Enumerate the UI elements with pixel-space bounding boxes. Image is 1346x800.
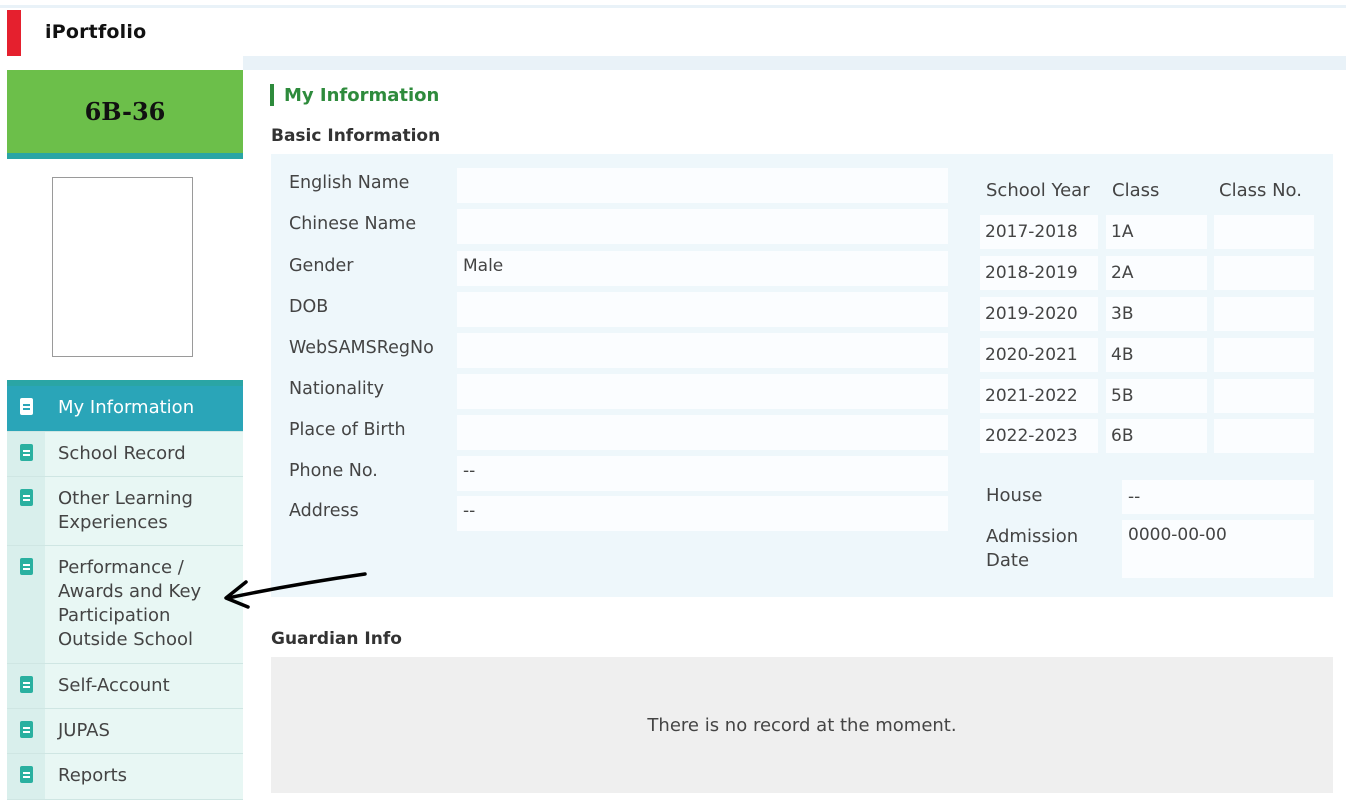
- field-value: [457, 415, 948, 450]
- field-label: Nationality: [289, 379, 385, 399]
- sidebar-item-label: JUPAS: [58, 720, 110, 741]
- field-value: [457, 333, 948, 368]
- class-cell: 3B: [1106, 297, 1207, 331]
- class-header: Class: [1112, 180, 1160, 201]
- class-cell: 5B: [1106, 379, 1207, 413]
- document-icon: [19, 676, 33, 693]
- class-number-box: 6B-36: [7, 70, 243, 153]
- class-number: 6B-36: [84, 97, 166, 126]
- class-cell: 2A: [1106, 256, 1207, 290]
- document-icon: [19, 766, 33, 783]
- field-value: [457, 168, 948, 203]
- class-cell: 4B: [1106, 338, 1207, 372]
- document-icon: [19, 489, 33, 506]
- sidebar-item-school-record[interactable]: School Record: [7, 432, 243, 477]
- field-english-name: English Name: [289, 168, 949, 203]
- year-cell: 2019-2020: [980, 297, 1098, 331]
- field-value: Male: [457, 251, 948, 286]
- year-cell: 2021-2022: [980, 379, 1098, 413]
- sidebar-item-label: Other Learning Experiences: [58, 488, 193, 533]
- school-year-header: School Year: [986, 180, 1090, 201]
- guardian-info-box: There is no record at the moment.: [271, 657, 1333, 793]
- annotation-arrow-icon: [224, 572, 367, 609]
- app-header: iPortfolio: [0, 10, 1346, 56]
- content-top-stripe: [243, 56, 1346, 70]
- brand-bar: [7, 10, 21, 56]
- field-label: Place of Birth: [289, 420, 406, 440]
- guardian-info-title: Guardian Info: [271, 629, 402, 649]
- admission-date-label: Admission Date: [986, 526, 1079, 571]
- sidebar-item-performance-awards[interactable]: Performance / Awards and Key Participati…: [7, 546, 243, 664]
- sidebar-item-self-account[interactable]: Self-Account: [7, 664, 243, 709]
- field-value: --: [457, 456, 948, 491]
- document-icon: [19, 558, 33, 575]
- field-address: Address --: [289, 496, 949, 531]
- year-cell: 2018-2019: [980, 256, 1098, 290]
- class-no-cell: [1214, 297, 1314, 331]
- field-label: WebSAMSRegNo: [289, 338, 434, 358]
- field-value: [457, 292, 948, 327]
- photo-area: [7, 159, 243, 380]
- sidebar-item-label: Self-Account: [58, 675, 170, 696]
- field-label: Chinese Name: [289, 214, 417, 234]
- field-label: DOB: [289, 297, 329, 317]
- field-label: Address: [289, 501, 359, 521]
- field-gender: Gender Male: [289, 251, 949, 286]
- document-icon: [19, 398, 33, 415]
- empty-message: There is no record at the moment.: [647, 714, 957, 736]
- class-no-header: Class No.: [1219, 180, 1302, 201]
- sidebar-item-jupas[interactable]: JUPAS: [7, 709, 243, 754]
- document-icon: [19, 721, 33, 738]
- field-phone-no: Phone No. --: [289, 456, 949, 491]
- admission-date-value: 0000-00-00: [1122, 520, 1314, 578]
- house-value: --: [1122, 480, 1314, 514]
- field-nationality: Nationality: [289, 374, 949, 409]
- year-cell: 2020-2021: [980, 338, 1098, 372]
- sidebar-item-label: My Information: [58, 397, 195, 418]
- sidebar-item-other-learning-experiences[interactable]: Other Learning Experiences: [7, 477, 243, 546]
- sidebar-item-reports[interactable]: Reports: [7, 754, 243, 800]
- sidebar-item-label: Performance / Awards and Key Participati…: [58, 557, 202, 650]
- field-websams-reg-no: WebSAMSRegNo: [289, 333, 949, 368]
- field-value: --: [457, 496, 948, 531]
- class-no-cell: [1214, 215, 1314, 249]
- class-cell: 6B: [1106, 419, 1207, 453]
- top-border: [0, 0, 1346, 8]
- field-chinese-name: Chinese Name: [289, 209, 949, 244]
- field-label: English Name: [289, 173, 410, 193]
- year-cell: 2017-2018: [980, 215, 1098, 249]
- sidebar-item-label: Reports: [58, 765, 128, 786]
- class-cell: 1A: [1106, 215, 1207, 249]
- class-no-cell: [1214, 256, 1314, 290]
- field-dob: DOB: [289, 292, 949, 327]
- year-cell: 2022-2023: [980, 419, 1098, 453]
- class-no-cell: [1214, 338, 1314, 372]
- page-title: My Information: [284, 84, 440, 106]
- class-no-cell: [1214, 419, 1314, 453]
- field-value: [457, 374, 948, 409]
- sidebar-item-label: School Record: [58, 443, 186, 464]
- student-photo: [52, 177, 193, 357]
- field-label: Phone No.: [289, 461, 378, 481]
- class-no-cell: [1214, 379, 1314, 413]
- section-header: My Information: [270, 84, 439, 106]
- sidebar: 6B-36 My Information School Record Other…: [7, 70, 243, 800]
- field-place-of-birth: Place of Birth: [289, 415, 949, 450]
- document-icon: [19, 444, 33, 461]
- sidebar-menu: My Information School Record Other Learn…: [7, 386, 243, 800]
- sidebar-item-my-information[interactable]: My Information: [7, 386, 243, 432]
- basic-info-title: Basic Information: [271, 126, 441, 146]
- basic-info-panel: English Name Chinese Name Gender Male DO…: [271, 154, 1333, 597]
- field-label: Gender: [289, 256, 354, 276]
- house-label: House: [986, 485, 1043, 506]
- field-value: [457, 209, 948, 244]
- app-title: iPortfolio: [45, 21, 147, 43]
